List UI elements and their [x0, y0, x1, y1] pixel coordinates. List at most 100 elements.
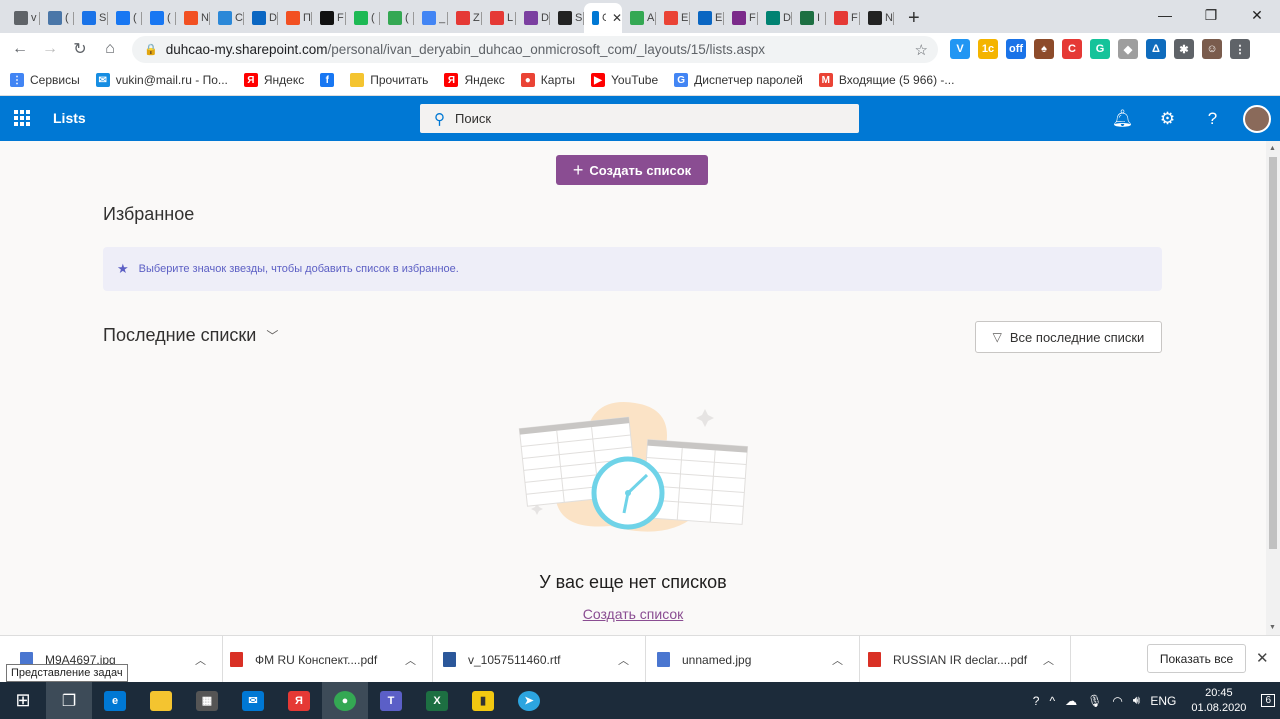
- browser-tab[interactable]: П: [278, 3, 312, 33]
- create-list-button[interactable]: + Создать список: [556, 155, 708, 185]
- close-tab-icon[interactable]: ✕: [612, 11, 622, 25]
- reload-icon[interactable]: ↻: [65, 39, 95, 59]
- browser-tab[interactable]: _: [414, 3, 448, 33]
- extension-icon[interactable]: Δ: [1146, 39, 1166, 59]
- new-tab-button[interactable]: +: [908, 3, 920, 33]
- taskbar-mail[interactable]: ✉: [230, 682, 276, 719]
- bookmark-item[interactable]: ▶ YouTube: [591, 73, 658, 87]
- language-indicator[interactable]: ENG: [1150, 694, 1176, 708]
- extension-icon[interactable]: ◆: [1118, 39, 1138, 59]
- onedrive-icon[interactable]: ☁: [1065, 694, 1077, 708]
- page-scrollbar[interactable]: ▲ ▼: [1266, 141, 1280, 635]
- forward-icon[interactable]: →: [35, 40, 65, 58]
- gear-icon[interactable]: ⚙: [1145, 109, 1190, 129]
- chevron-up-icon[interactable]: ︿: [195, 652, 206, 668]
- all-recent-lists-button[interactable]: ▽ Все последние списки: [975, 321, 1162, 353]
- browser-tab[interactable]: D: [516, 3, 550, 33]
- browser-tab[interactable]: F: [724, 3, 758, 33]
- close-window-button[interactable]: ✕: [1234, 0, 1280, 30]
- scrollbar-thumb[interactable]: [1269, 157, 1277, 549]
- help-tray-icon[interactable]: ?: [1033, 694, 1040, 708]
- bookmark-item[interactable]: Прочитать: [350, 73, 428, 87]
- create-list-link[interactable]: Создать список: [0, 606, 1266, 622]
- taskbar-powerbi[interactable]: ▮: [460, 682, 506, 719]
- volume-icon[interactable]: 🔊︎: [1133, 693, 1141, 708]
- app-title[interactable]: Lists: [53, 110, 86, 126]
- browser-tab[interactable]: L: [482, 3, 516, 33]
- task-view-button[interactable]: ❐: [46, 682, 92, 719]
- browser-tab[interactable]: (: [108, 3, 142, 33]
- extension-icon[interactable]: V: [950, 39, 970, 59]
- recent-lists-heading[interactable]: Последние списки ﹀: [103, 325, 278, 346]
- chevron-up-icon[interactable]: ︿: [832, 652, 843, 668]
- browser-tab[interactable]: S: [74, 3, 108, 33]
- taskbar-chrome[interactable]: ●: [322, 682, 368, 719]
- extension-icon[interactable]: ♠: [1034, 39, 1054, 59]
- bookmark-item[interactable]: ● Карты: [520, 73, 575, 87]
- bookmark-item[interactable]: G Диспетчер паролей: [674, 73, 803, 87]
- clock[interactable]: 20:45 01.08.2020: [1191, 686, 1246, 716]
- chevron-up-icon[interactable]: ︿: [618, 652, 629, 668]
- bell-icon[interactable]: 🔔︎: [1100, 109, 1145, 129]
- avatar[interactable]: [1243, 104, 1271, 133]
- notifications-icon[interactable]: 6: [1261, 694, 1275, 707]
- extension-icon[interactable]: C: [1062, 39, 1082, 59]
- scroll-up-icon[interactable]: ▲: [1269, 145, 1276, 152]
- browser-tab[interactable]: C: [210, 3, 244, 33]
- taskbar-edge[interactable]: e: [92, 682, 138, 719]
- bookmark-item[interactable]: ⋮ Сервисы: [10, 73, 80, 87]
- download-item[interactable]: unnamed.jpg ︿: [647, 636, 860, 683]
- taskbar-telegram[interactable]: ➤: [506, 682, 552, 719]
- browser-tab[interactable]: Z: [448, 3, 482, 33]
- browser-tab[interactable]: A: [622, 3, 656, 33]
- maximize-button[interactable]: ❐: [1188, 0, 1234, 30]
- url-bar[interactable]: 🔒 duhcao-my.sharepoint.com/personal/ivan…: [132, 36, 938, 63]
- browser-tab[interactable]: I: [792, 3, 826, 33]
- taskbar-store[interactable]: ▦: [184, 682, 230, 719]
- bookmark-item[interactable]: M Входящие (5 966) -...: [818, 73, 954, 87]
- home-icon[interactable]: ⌂: [95, 40, 125, 58]
- browser-tab[interactable]: F: [312, 3, 346, 33]
- lock-icon[interactable]: 🔒: [144, 43, 158, 56]
- browser-tab[interactable]: (: [40, 3, 74, 33]
- browser-tab[interactable]: D: [758, 3, 792, 33]
- app-launcher-icon[interactable]: [14, 110, 30, 126]
- taskbar-teams[interactable]: T: [368, 682, 414, 719]
- browser-tab[interactable]: (: [380, 3, 414, 33]
- browser-tab[interactable]: (: [142, 3, 176, 33]
- bookmark-item[interactable]: Я Яндекс: [243, 73, 304, 87]
- search-box[interactable]: ⚲ Поиск: [420, 104, 859, 133]
- extension-icon[interactable]: ✱: [1174, 39, 1194, 59]
- browser-tab[interactable]: S: [550, 3, 584, 33]
- chevron-up-icon[interactable]: ^: [1049, 694, 1055, 708]
- download-item[interactable]: RUSSIAN IR declar....pdf ︿: [858, 636, 1071, 683]
- browser-tab[interactable]: N: [860, 3, 894, 33]
- bookmark-item[interactable]: ✉ vukin@mail.ru - По...: [95, 73, 228, 87]
- chevron-up-icon[interactable]: ︿: [405, 652, 416, 668]
- scroll-down-icon[interactable]: ▼: [1269, 624, 1276, 631]
- browser-tab[interactable]: E: [656, 3, 690, 33]
- browser-tab[interactable]: E: [690, 3, 724, 33]
- extension-icon[interactable]: G: [1090, 39, 1110, 59]
- back-icon[interactable]: ←: [5, 40, 35, 58]
- start-button[interactable]: ⊞: [0, 682, 46, 719]
- bookmark-item[interactable]: f: [320, 73, 335, 87]
- taskbar-explorer[interactable]: [138, 682, 184, 719]
- browser-tab[interactable]: N: [176, 3, 210, 33]
- show-all-downloads-button[interactable]: Показать все: [1147, 644, 1246, 673]
- bookmark-star-icon[interactable]: ☆: [915, 41, 928, 59]
- extension-icon[interactable]: 1c: [978, 39, 998, 59]
- taskbar-yandex[interactable]: Я: [276, 682, 322, 719]
- help-icon[interactable]: ?: [1190, 109, 1235, 129]
- extension-icon[interactable]: ⋮: [1230, 39, 1250, 59]
- browser-tab[interactable]: (: [346, 3, 380, 33]
- active-browser-tab[interactable]: C ✕: [584, 3, 622, 33]
- browser-tab[interactable]: v: [6, 3, 40, 33]
- minimize-button[interactable]: —: [1142, 0, 1188, 30]
- extension-icon[interactable]: off: [1006, 39, 1026, 59]
- browser-tab[interactable]: F: [826, 3, 860, 33]
- download-item[interactable]: ФМ RU Конспект....pdf ︿: [220, 636, 433, 683]
- bookmark-item[interactable]: Я Яндекс: [444, 73, 505, 87]
- wifi-icon[interactable]: ◠: [1112, 694, 1122, 708]
- taskbar-excel[interactable]: X: [414, 682, 460, 719]
